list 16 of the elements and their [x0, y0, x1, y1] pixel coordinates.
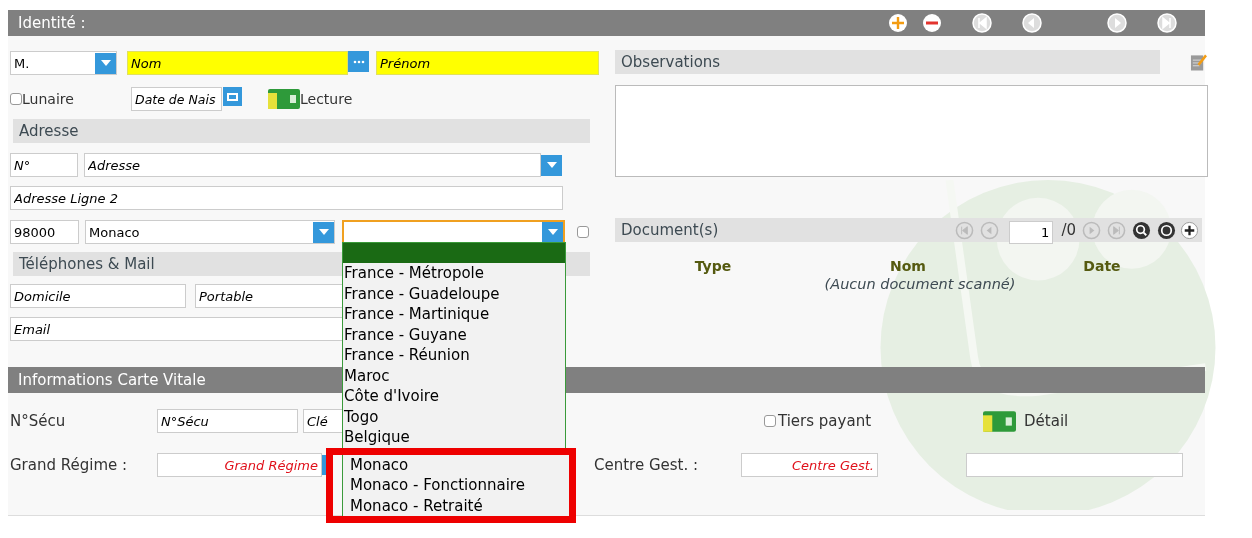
lunaire-label: Lunaire	[22, 91, 75, 107]
column-header: Date	[1082, 258, 1122, 274]
section-title: Téléphones & Mail	[19, 255, 155, 273]
tiers-payant-label: Tiers payant	[778, 412, 872, 430]
regime-label: Grand Régime :	[10, 456, 129, 474]
column-header: Nom	[889, 258, 927, 274]
section-title: Adresse	[19, 122, 79, 140]
centre-label: Centre Gest. :	[594, 456, 700, 474]
section-title: Document(s)	[621, 221, 719, 239]
secu-label: N°Sécu	[10, 412, 67, 430]
section-title: Observations	[621, 53, 721, 71]
section-title: Informations Carte Vitale	[18, 371, 206, 389]
section-title: Identité :	[18, 14, 86, 32]
empty-message: (Aucun document scanné)	[823, 276, 1017, 292]
page-total: /0	[1061, 221, 1076, 239]
column-header: Type	[693, 258, 733, 274]
